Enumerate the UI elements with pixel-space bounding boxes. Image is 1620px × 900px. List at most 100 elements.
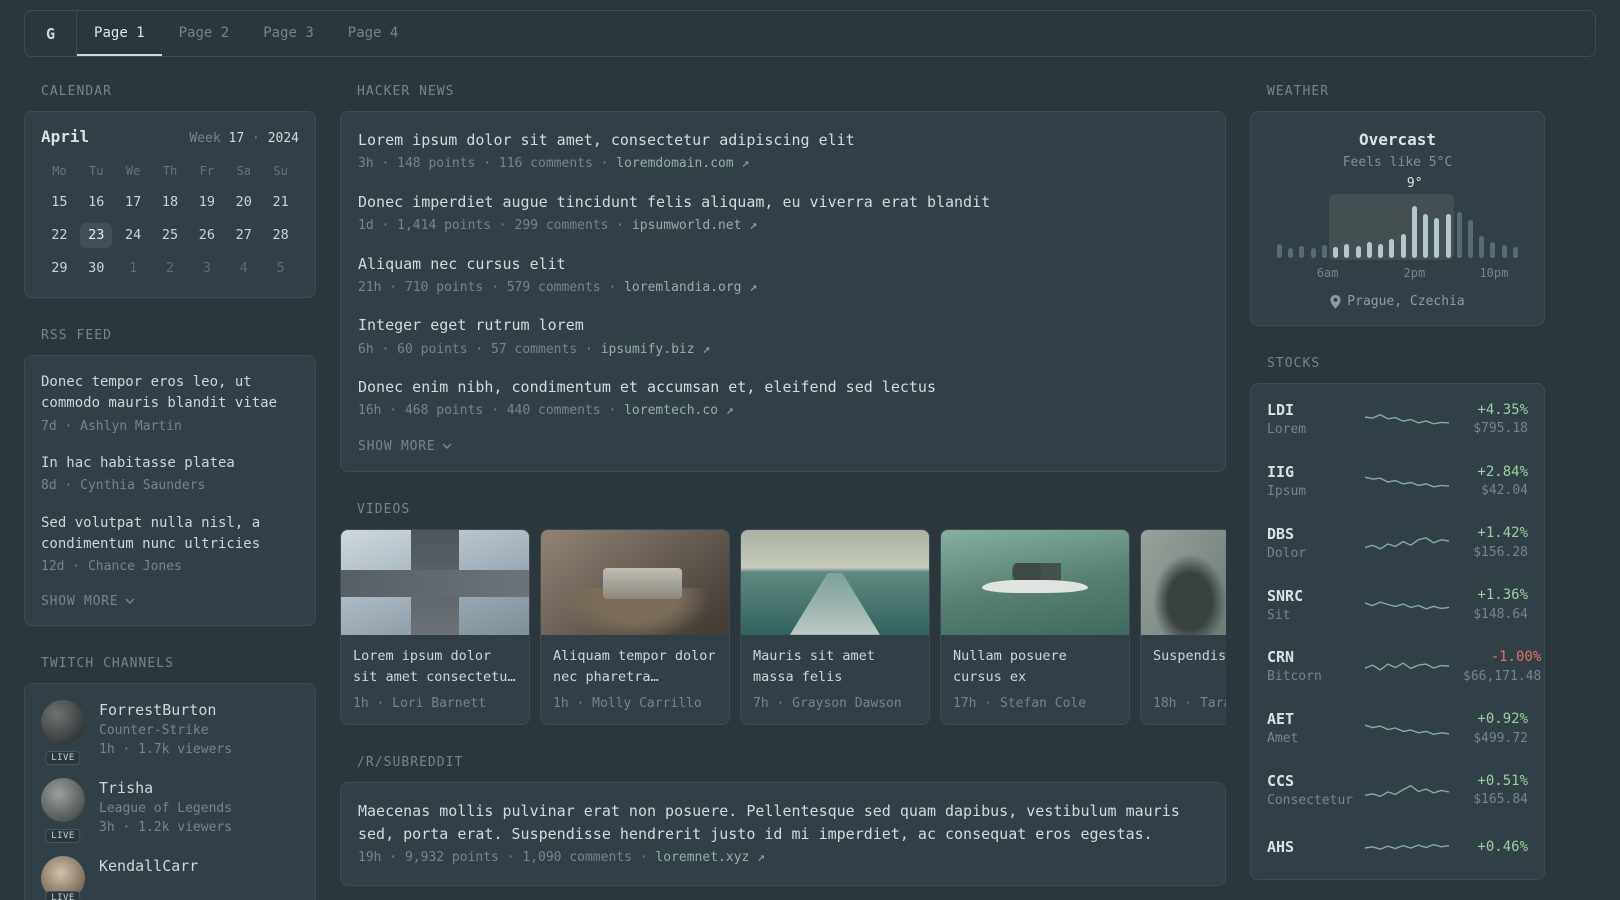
channel-name[interactable]: KendallCarr [99,856,198,877]
tab-page-1[interactable]: Page 1 [77,11,162,56]
stock-name: Bitcorn [1267,669,1322,685]
subreddit-section: /R/SUBREDDIT Maecenas mollis pulvinar er… [340,755,1226,886]
hn-item: Lorem ipsum dolor sit amet, consectetur … [358,129,1208,174]
section-title-hacker-news: HACKER NEWS [357,84,455,99]
rss-item-title[interactable]: Sed volutpat nulla nisl, a condimentum n… [41,513,299,556]
stock-row[interactable]: CRN Bitcorn -1.00% $66,171.48 [1251,636,1544,698]
calendar-day: 27 [235,227,252,243]
tab-page-4[interactable]: Page 4 [331,11,416,56]
hn-item-title[interactable]: Integer eget rutrum lorem [358,314,1208,337]
video-card[interactable]: Nullam posuere cursus ex 17h · Stefan Co… [940,528,1130,725]
channel-avatar [41,777,85,822]
stock-row[interactable]: AET Amet +0.92% $499.72 [1251,698,1544,760]
video-title: Nullam posuere cursus ex [953,647,1067,685]
hn-show-more-button[interactable]: SHOW MORE [358,439,452,454]
stock-ticker: IIG [1267,462,1295,481]
calendar-card: April Week 17 · 2024 Mo Tu We Th Fr Sa S… [24,111,316,298]
weather-condition: Overcast [1358,130,1437,149]
stock-row[interactable]: SNRC Sit +1.36% $148.64 [1251,575,1544,637]
hn-item-domain[interactable]: ipsumworld.net ↗ [632,218,757,233]
video-meta: 7h · Grayson Dawson [753,695,902,711]
stock-row[interactable]: IIG Ipsum +2.84% $42.04 [1251,451,1544,513]
stock-row[interactable]: CCS Consectetur +0.51% $165.84 [1251,760,1544,822]
rss-item: In hac habitasse platea 8d · Cynthia Sau… [41,453,299,496]
hn-item-meta: 3h · 148 points · 116 comments · loremdo… [358,156,750,172]
tab-page-3[interactable]: Page 3 [246,11,331,56]
hn-item-title[interactable]: Aliquam nec cursus elit [358,253,1208,276]
rss-item: Donec tempor eros leo, ut commodo mauris… [41,372,299,436]
stock-sparkline [1364,724,1450,736]
avatar: LIVE [41,699,85,765]
hn-item-title[interactable]: Lorem ipsum dolor sit amet, consectetur … [358,129,1208,152]
hn-item-domain[interactable]: loremdomain.com ↗ [616,156,749,171]
hn-item-domain[interactable]: ipsumify.biz ↗ [601,342,711,357]
weather-location[interactable]: Prague, Czechia [1267,294,1528,309]
subreddit-post-meta: 19h · 9,932 points · 1,090 comments · lo… [358,850,765,866]
twitch-channel[interactable]: LIVE ForrestBurton Counter-Strike 1h · 1… [41,699,299,765]
rss-show-more-button[interactable]: SHOW MORE [41,594,135,609]
stock-change: +1.42% [1477,525,1528,542]
external-link-icon: ↗ [749,279,758,295]
section-title-subreddit: /R/SUBREDDIT [357,754,464,770]
hn-item: Donec enim nibh, condimentum et accumsan… [358,376,1208,421]
calendar-day: 15 [51,194,68,210]
hn-item-domain[interactable]: loremlandia.org ↗ [624,280,757,295]
weather-bars [1277,202,1518,258]
calendar-day: 17 [125,194,142,210]
twitch-channel[interactable]: LIVE KendallCarr [41,855,299,900]
stocks-card: LDI Lorem +4.35% $795.18 IIG Ipsum +2.84… [1250,383,1545,880]
video-card[interactable]: Suspendisse diam 18h · Tara [1140,528,1226,725]
rss-item-title[interactable]: In hac habitasse platea [41,453,299,474]
stock-change: +2.84% [1477,463,1528,480]
video-meta: 1h · Molly Carrillo [553,695,702,711]
calendar-day: 29 [51,260,68,276]
video-title: Aliquam tempor dolor nec pharetra… [553,647,716,685]
app-logo[interactable]: G [25,11,78,56]
external-link-icon: ↗ [757,850,765,866]
subreddit-post-title[interactable]: Maecenas mollis pulvinar erat non posuer… [358,800,1208,847]
stock-row[interactable]: LDI Lorem +4.35% $795.18 [1251,389,1544,451]
tab-page-2[interactable]: Page 2 [162,11,247,56]
stock-price: $499.72 [1473,730,1528,746]
x-label: 10pm [1479,266,1509,280]
subreddit-post-domain[interactable]: loremnet.xyz ↗ [655,850,765,865]
subreddit-post: Maecenas mollis pulvinar erat non posuer… [358,800,1208,868]
dashboard-content: CALENDAR April Week 17 · 2024 Mo Tu We T… [0,57,1620,900]
weekday-label: Sa [236,164,251,178]
weekday-label: Mo [52,164,67,178]
stock-change: +0.46% [1477,839,1528,856]
rss-item-title[interactable]: Donec tempor eros leo, ut commodo mauris… [41,372,299,415]
live-badge: LIVE [45,828,81,843]
section-title-videos: VIDEOS [357,501,411,517]
stock-name: Consectetur [1267,793,1354,809]
calendar-day: 22 [51,227,68,243]
hn-item-meta: 1d · 1,414 points · 299 comments · ipsum… [358,218,758,233]
twitch-channel[interactable]: LIVE Trisha League of Legends 3h · 1.2k … [41,777,299,843]
channel-name[interactable]: ForrestBurton [99,700,232,721]
hn-item-meta: 16h · 468 points · 440 comments · loremt… [358,403,734,419]
rss-item-meta: 12d · Chance Jones [41,559,182,575]
hn-item-domain[interactable]: loremtech.co ↗ [624,403,734,418]
video-title: Lorem ipsum dolor sit amet consectetu… [353,647,516,685]
stock-row[interactable]: AHS +0.46% [1251,822,1544,874]
video-card[interactable]: Lorem ipsum dolor sit amet consectetu… 1… [340,528,530,725]
video-thumbnail [1141,529,1226,635]
stock-name: Ipsum [1267,483,1307,499]
stock-name: Amet [1267,731,1299,747]
calendar-day: 16 [88,194,105,210]
stock-row[interactable]: DBS Dolor +1.42% $156.28 [1251,513,1544,575]
stock-sparkline [1364,601,1450,610]
stock-sparkline [1364,843,1450,850]
channel-name[interactable]: Trisha [99,778,232,799]
video-card[interactable]: Mauris sit amet massa felis 7h · Grayson… [740,528,930,725]
section-title-stocks: STOCKS [1267,356,1321,371]
hn-item-title[interactable]: Donec enim nibh, condimentum et accumsan… [358,376,1208,399]
chevron-down-icon [125,598,135,605]
hn-item-title[interactable]: Donec imperdiet augue tincidunt felis al… [358,191,1208,214]
stock-ticker: SNRC [1267,586,1304,605]
weather-hourly-chart: 9° [1277,176,1518,260]
chevron-down-icon [442,443,452,450]
hn-item: Integer eget rutrum lorem 6h · 60 points… [358,314,1208,359]
video-card[interactable]: Aliquam tempor dolor nec pharetra… 1h · … [540,528,730,725]
live-badge: LIVE [45,750,81,765]
